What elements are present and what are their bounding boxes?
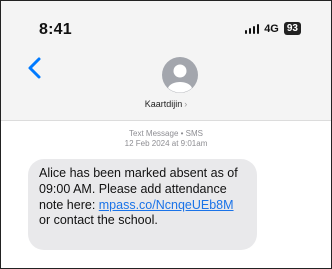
signal-icon: [244, 23, 260, 34]
phone-screen: 8:41 4G 93 Kaartdijin › Text Message • SM…: [0, 0, 332, 269]
thread-meta: Text Message • SMS 12 Feb 2024 at 9:01am: [1, 129, 331, 149]
status-time: 8:41: [39, 21, 72, 38]
network-label: 4G: [264, 22, 279, 35]
status-indicators: 4G 93: [244, 22, 301, 35]
message-text-after-link: or contact the school.: [39, 213, 158, 228]
contact-name-button[interactable]: Kaartdijin ›: [1, 99, 331, 109]
contact-name: Kaartdijin: [144, 99, 183, 109]
chevron-left-icon[interactable]: [23, 55, 49, 81]
message-type-label: Text Message • SMS: [129, 129, 203, 138]
person-avatar-icon[interactable]: [162, 57, 198, 93]
attendance-link[interactable]: mpass.co/NcnqeUEb8M: [99, 198, 234, 212]
incoming-message-bubble[interactable]: Alice has been marked absent as of 09:00…: [28, 159, 257, 250]
message-timestamp: 12 Feb 2024 at 9:01am: [124, 139, 208, 148]
chevron-right-icon: ›: [184, 99, 188, 109]
conversation-header: 8:41 4G 93 Kaartdijin ›: [1, 1, 331, 121]
battery-icon: 93: [283, 22, 301, 35]
